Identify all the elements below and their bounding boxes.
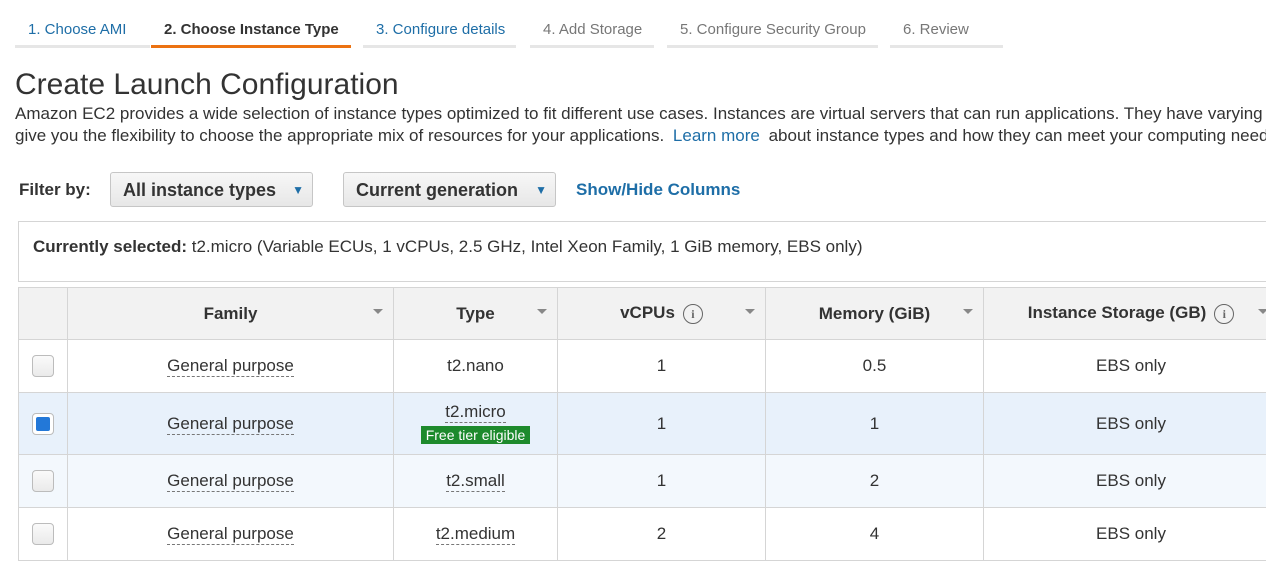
instance-type-filter-value: All instance types (123, 180, 277, 200)
description-line-2: give you the flexibility to choose the a… (15, 125, 1266, 147)
generation-filter-select[interactable]: Current generation ▼ (343, 172, 556, 207)
step-add-storage[interactable]: 4. Add Storage (530, 14, 654, 48)
table-row-selected[interactable]: General purpose t2.micro Free tier eligi… (18, 392, 1266, 455)
sort-icon[interactable] (963, 309, 973, 314)
currently-selected-label: Currently selected: (33, 237, 187, 256)
row-select-cell (18, 507, 68, 561)
row-checkbox-checked[interactable] (32, 412, 54, 435)
header-type[interactable]: Type (393, 287, 558, 340)
step-configure-details[interactable]: 3. Configure details (363, 14, 516, 48)
memory-cell: 2 (765, 454, 984, 508)
type-cell: t2.micro Free tier eligible (393, 392, 558, 455)
memory-cell: 0.5 (765, 339, 984, 393)
storage-cell: EBS only (983, 339, 1266, 393)
row-select-cell (18, 454, 68, 508)
type-cell: t2.medium (393, 507, 558, 561)
header-storage-label: Instance Storage (GB) (1027, 303, 1207, 323)
family-value: General purpose (167, 356, 294, 377)
header-memory[interactable]: Memory (GiB) (765, 287, 984, 340)
table-row[interactable]: General purpose t2.small 1 2 EBS only (18, 454, 1266, 508)
header-family-label: Family (203, 303, 258, 323)
family-value: General purpose (167, 524, 294, 545)
step-configure-security-group[interactable]: 5. Configure Security Group (667, 14, 878, 48)
learn-more-link[interactable]: Learn more (669, 126, 764, 145)
page-description: Amazon EC2 provides a wide selection of … (15, 103, 1266, 147)
type-cell: t2.nano (393, 339, 558, 393)
storage-cell: EBS only (983, 507, 1266, 561)
sort-icon[interactable] (373, 309, 383, 314)
sort-icon[interactable] (537, 309, 547, 314)
row-checkbox[interactable] (32, 355, 54, 377)
family-cell: General purpose (67, 507, 394, 561)
free-tier-badge: Free tier eligible (420, 426, 531, 444)
row-checkbox[interactable] (32, 470, 54, 492)
family-cell: General purpose (67, 454, 394, 508)
vcpus-cell: 2 (557, 507, 766, 561)
row-select-cell (18, 339, 68, 393)
instance-type-table: Family Type vCPUs i Memory (GiB) Instance… (18, 287, 1266, 561)
description-text-tail: about instance types and how they can me… (768, 126, 1266, 145)
type-value: t2.medium (435, 524, 516, 545)
show-hide-columns-link[interactable]: Show/Hide Columns (576, 180, 740, 200)
description-text: give you the flexibility to choose the a… (15, 126, 665, 145)
family-value: General purpose (167, 413, 294, 435)
family-cell: General purpose (67, 339, 394, 393)
vcpus-cell: 1 (557, 339, 766, 393)
currently-selected-panel: Currently selected: t2.micro (Variable E… (18, 221, 1266, 282)
info-icon[interactable]: i (682, 303, 703, 324)
info-icon[interactable]: i (1214, 303, 1235, 324)
filter-label: Filter by: (19, 180, 91, 199)
chevron-down-icon: ▼ (535, 183, 547, 197)
header-select (18, 287, 68, 340)
header-memory-label: Memory (GiB) (818, 303, 931, 323)
family-cell: General purpose (67, 392, 394, 455)
instance-type-filter-select[interactable]: All instance types ▼ (110, 172, 313, 207)
storage-cell: EBS only (983, 392, 1266, 455)
step-choose-instance-type[interactable]: 2. Choose Instance Type (151, 14, 351, 48)
header-vcpus[interactable]: vCPUs i (557, 287, 766, 340)
header-family[interactable]: Family (67, 287, 394, 340)
type-value: t2.micro (445, 402, 506, 423)
step-choose-ami[interactable]: 1. Choose AMI (15, 14, 150, 48)
sort-icon[interactable] (745, 309, 755, 314)
row-checkbox[interactable] (32, 523, 54, 545)
header-instance-storage[interactable]: Instance Storage (GB) i (983, 287, 1266, 340)
vcpus-cell: 1 (557, 392, 766, 455)
currently-selected-text: Currently selected: t2.micro (Variable E… (33, 237, 863, 257)
type-cell: t2.small (393, 454, 558, 508)
table-row[interactable]: General purpose t2.medium 2 4 EBS only (18, 507, 1266, 561)
header-vcpus-label: vCPUs (620, 303, 675, 323)
type-value: t2.small (446, 471, 505, 492)
memory-cell: 4 (765, 507, 984, 561)
type-value: t2.nano (447, 356, 504, 375)
family-value: General purpose (167, 471, 294, 492)
step-review[interactable]: 6. Review (890, 14, 1003, 48)
memory-cell: 1 (765, 392, 984, 455)
row-select-cell (18, 392, 68, 455)
sort-icon[interactable] (1258, 309, 1266, 314)
storage-cell: EBS only (983, 454, 1266, 508)
generation-filter-value: Current generation (356, 180, 519, 200)
currently-selected-value: t2.micro (Variable ECUs, 1 vCPUs, 2.5 GH… (191, 237, 863, 256)
description-line-1: Amazon EC2 provides a wide selection of … (15, 104, 1266, 123)
table-header-row: Family Type vCPUs i Memory (GiB) Instance… (18, 287, 1266, 340)
vcpus-cell: 1 (557, 454, 766, 508)
page-title: Create Launch Configuration (15, 68, 399, 101)
table-row[interactable]: General purpose t2.nano 1 0.5 EBS only (18, 339, 1266, 393)
chevron-down-icon: ▼ (292, 183, 304, 197)
header-type-label: Type (456, 303, 495, 323)
